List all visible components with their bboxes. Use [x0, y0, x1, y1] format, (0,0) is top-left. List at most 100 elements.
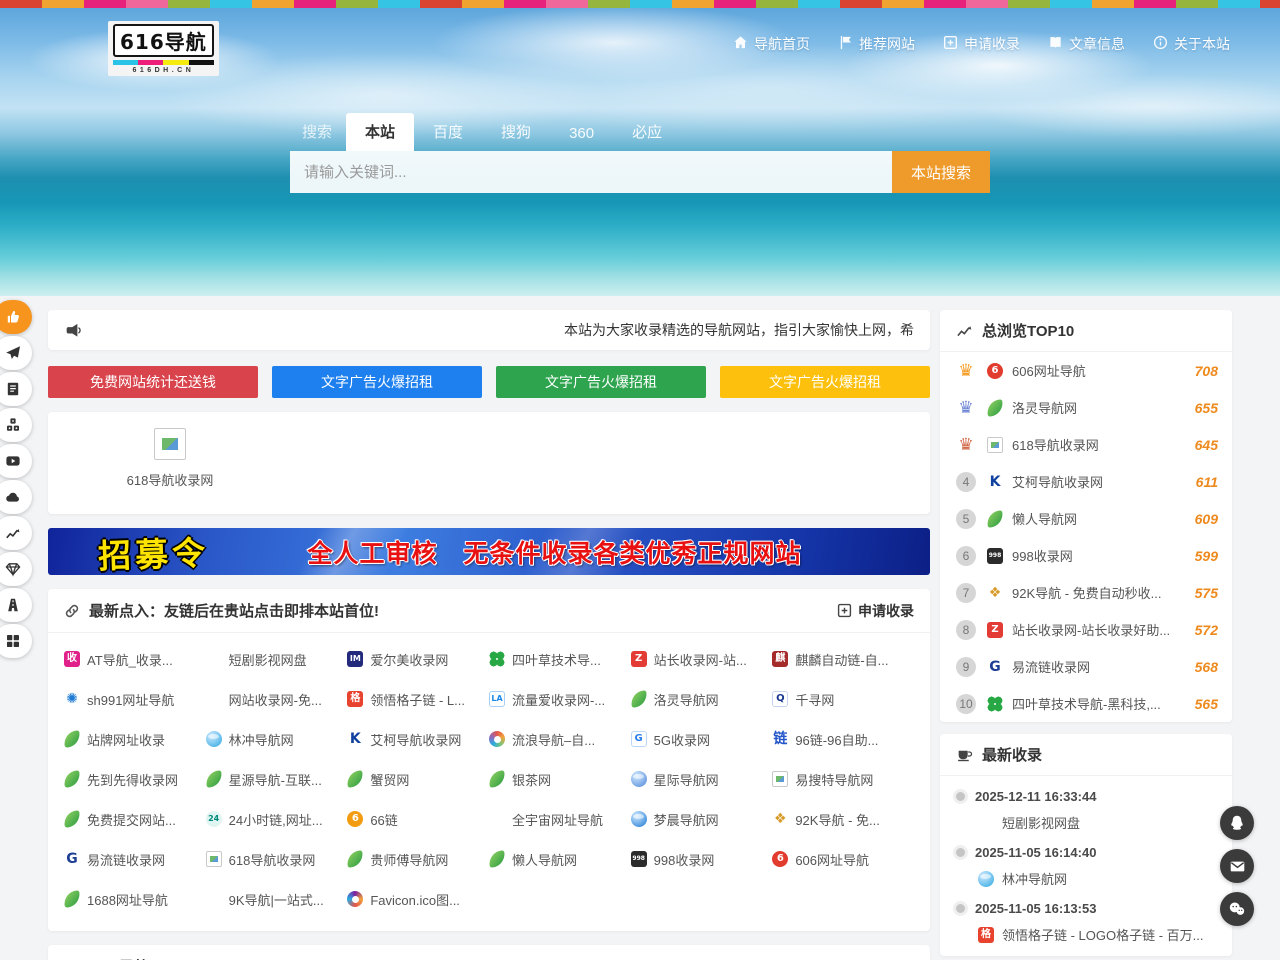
entry-site-link[interactable]: 格 领悟格子链 - LOGO格子链 - 百万...: [978, 925, 1216, 944]
site-link[interactable]: ✺ sh991网址导航: [64, 679, 206, 719]
site-link[interactable]: Q 千寻网: [772, 679, 914, 719]
ad-buttons-row: 免费网站统计还送钱 文字广告火爆招租 文字广告火爆招租 文字广告火爆招租: [48, 366, 930, 398]
site-favicon: [347, 770, 364, 788]
site-link[interactable]: 网站收录网-免...: [206, 679, 348, 719]
site-link[interactable]: 618导航收录网: [206, 839, 348, 879]
toolbar-vip-button[interactable]: [0, 552, 32, 586]
toolbar-video-button[interactable]: [0, 444, 32, 478]
toolbar-like-button[interactable]: [0, 300, 32, 334]
search-button[interactable]: 本站搜索: [892, 151, 990, 193]
site-favicon: [489, 770, 506, 788]
toolbar-road-button[interactable]: [0, 588, 32, 622]
site-favicon: [206, 691, 222, 707]
site-link[interactable]: 全宇宙网址导航: [489, 799, 631, 839]
top-nav-item[interactable]: 推荐网站: [838, 34, 915, 54]
top10-row[interactable]: 8 Z 站长收录网-站长收录好助... 572: [940, 611, 1232, 648]
site-link-label: 易流链收录网: [87, 850, 165, 869]
toolbar-cubes-button[interactable]: [0, 408, 32, 442]
site-link[interactable]: 贵师傅导航网: [347, 839, 489, 879]
top10-row[interactable]: 9 G 易流链收录网 568: [940, 648, 1232, 685]
site-logo[interactable]: 616导航 616DH.CN: [108, 21, 219, 76]
site-link[interactable]: 懒人导航网: [489, 839, 631, 879]
top10-row[interactable]: ♛ 6 606网址导航 708: [940, 352, 1232, 389]
top10-row[interactable]: ♛ 618导航收录网 645: [940, 426, 1232, 463]
latest-entry: 2025-11-05 16:13:53 格 领悟格子链 - LOGO格子链 - …: [940, 901, 1232, 944]
ad-button[interactable]: 免费网站统计还送钱: [48, 366, 258, 398]
site-link[interactable]: 蟹贸网: [347, 759, 489, 799]
top-nav-item[interactable]: 关于本站: [1153, 34, 1230, 54]
site-link[interactable]: 短剧影视网盘: [206, 639, 348, 679]
site-link[interactable]: ❖ 92K导航 - 免...: [772, 799, 914, 839]
site-link[interactable]: 洛灵导航网: [631, 679, 773, 719]
site-link[interactable]: 梦晨导航网: [631, 799, 773, 839]
toolbar-stats-button[interactable]: [0, 516, 32, 550]
site-link[interactable]: Z 站长收录网-站...: [631, 639, 773, 679]
toolbar-cloud-button[interactable]: [0, 480, 32, 514]
top-nav-item[interactable]: 申请收录: [943, 34, 1020, 54]
top10-row[interactable]: ♛ 洛灵导航网 655: [940, 389, 1232, 426]
site-link-label: 爱尔美收录网: [370, 650, 448, 669]
site-favicon: ❖: [987, 585, 1003, 601]
search-tab[interactable]: 搜狗: [482, 113, 550, 151]
site-link[interactable]: 24 24小时链,网址...: [206, 799, 348, 839]
featured-site-item[interactable]: 618导航收录网: [114, 428, 226, 489]
search-input[interactable]: [290, 151, 892, 193]
site-link[interactable]: 星源导航-互联...: [206, 759, 348, 799]
search-label: 搜索: [290, 113, 346, 151]
site-link[interactable]: 收 AT导航_收录...: [64, 639, 206, 679]
top-nav-item[interactable]: 文章信息: [1048, 34, 1125, 54]
top10-row[interactable]: 4 K 艾柯导航收录网 611: [940, 463, 1232, 500]
apply-listing-button[interactable]: 申请收录: [837, 601, 914, 621]
site-link[interactable]: 星际导航网: [631, 759, 773, 799]
site-link[interactable]: 先到先得收录网: [64, 759, 206, 799]
site-link[interactable]: 麒 麒麟自动链-自...: [772, 639, 914, 679]
site-link[interactable]: 流浪导航–自...: [489, 719, 631, 759]
site-link[interactable]: 四叶草技术导...: [489, 639, 631, 679]
site-link[interactable]: Favicon.ico图...: [347, 879, 489, 919]
search-tab[interactable]: 百度: [414, 113, 482, 151]
ad-button[interactable]: 文字广告火爆招租: [496, 366, 706, 398]
site-link[interactable]: 9K导航|一站式...: [206, 879, 348, 919]
top10-row[interactable]: 6 998 998收录网 599: [940, 537, 1232, 574]
site-link-label: sh991网址导航: [87, 690, 174, 709]
apply-listing-label: 申请收录: [858, 601, 914, 621]
top-nav-item[interactable]: 导航首页: [733, 34, 810, 54]
entry-site-link[interactable]: 短剧影视网盘: [978, 813, 1216, 832]
search-tab[interactable]: 360: [550, 117, 613, 151]
site-link[interactable]: 林冲导航网: [206, 719, 348, 759]
site-link[interactable]: 链 96链-96自助...: [772, 719, 914, 759]
top10-row[interactable]: 5 懒人导航网 609: [940, 500, 1232, 537]
toolbar-send-button[interactable]: [0, 336, 32, 370]
mail-contact-button[interactable]: [1220, 849, 1254, 883]
site-favicon: [347, 850, 364, 868]
site-link[interactable]: 6 66链: [347, 799, 489, 839]
wechat-contact-button[interactable]: [1220, 892, 1254, 926]
site-favicon: [772, 771, 788, 787]
cubes-icon: [5, 417, 21, 433]
recruit-banner[interactable]: 招募令 全人工审核 无条件收录各类优秀正规网站: [48, 528, 930, 575]
site-link[interactable]: 6 606网址导航: [772, 839, 914, 879]
site-link[interactable]: 1688网址导航: [64, 879, 206, 919]
site-link[interactable]: 免费提交网站...: [64, 799, 206, 839]
site-link[interactable]: 易搜特导航网: [772, 759, 914, 799]
site-link[interactable]: IM 爱尔美收录网: [347, 639, 489, 679]
site-link[interactable]: 站牌网址收录: [64, 719, 206, 759]
search-tab[interactable]: 本站: [346, 113, 414, 151]
toolbar-news-button[interactable]: [0, 372, 32, 406]
qq-contact-button[interactable]: [1220, 806, 1254, 840]
top10-row[interactable]: 10 四叶草技术导航-黑科技,... 565: [940, 685, 1232, 722]
site-link[interactable]: LA 流量爱收录网-...: [489, 679, 631, 719]
site-link[interactable]: K 艾柯导航收录网: [347, 719, 489, 759]
top10-row[interactable]: 7 ❖ 92K导航 - 免费自动秒收... 575: [940, 574, 1232, 611]
site-favicon: 格: [347, 691, 363, 707]
site-link[interactable]: G 5G收录网: [631, 719, 773, 759]
ad-button[interactable]: 文字广告火爆招租: [272, 366, 482, 398]
entry-site-link[interactable]: 林冲导航网: [978, 869, 1216, 888]
site-link[interactable]: 998 998收录网: [631, 839, 773, 879]
ad-button[interactable]: 文字广告火爆招租: [720, 366, 930, 398]
search-tab[interactable]: 必应: [613, 113, 681, 151]
site-link[interactable]: 格 领悟格子链 - L...: [347, 679, 489, 719]
site-link[interactable]: 银茶网: [489, 759, 631, 799]
toolbar-apps-button[interactable]: [0, 624, 32, 658]
site-link[interactable]: G 易流链收录网: [64, 839, 206, 879]
